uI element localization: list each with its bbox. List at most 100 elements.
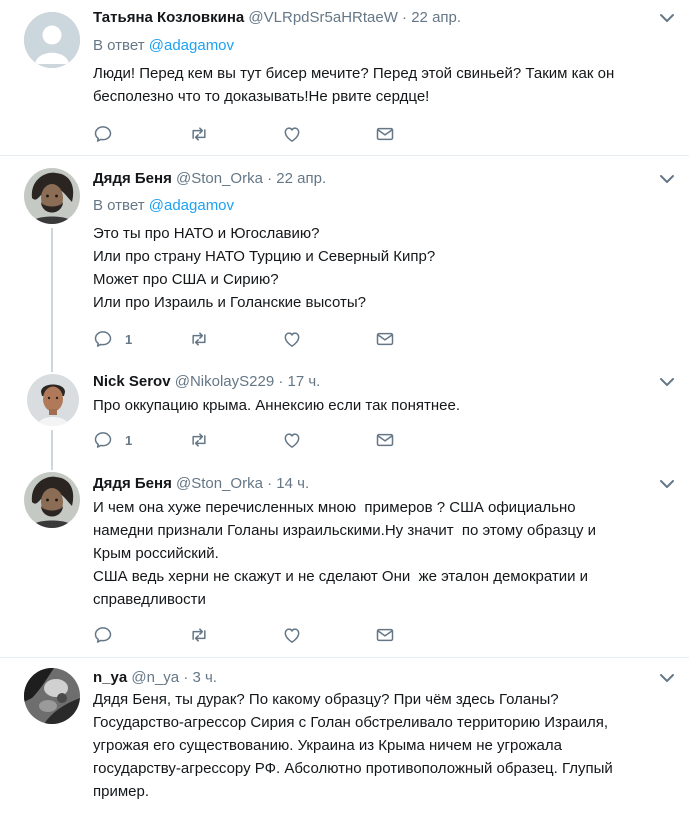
tweet-text: И чем она хуже перечисленных мною пример… <box>93 496 663 611</box>
tweet-text: Люди! Перед кем вы тут бисер мечите? Пер… <box>93 62 663 108</box>
user-handle[interactable]: @VLRpdSr5aHRtaeW <box>248 9 397 26</box>
chevron-down-icon[interactable] <box>659 478 675 490</box>
tweet-actions: 1 <box>93 430 413 450</box>
like-icon <box>284 628 300 643</box>
avatar[interactable] <box>27 374 79 426</box>
avatar[interactable] <box>24 668 80 724</box>
tweet-header: n_ya @n_ya · 3 ч. <box>93 668 217 688</box>
tweet-header: Nick Serov @NikolayS229 · 17 ч. <box>93 372 320 392</box>
reply-to-line: В ответ @adagamov <box>93 196 234 216</box>
chevron-down-icon[interactable] <box>659 173 675 185</box>
tweet-5[interactable]: n_ya @n_ya · 3 ч. Дядя Беня, ты дурак? П… <box>0 658 689 813</box>
reply-button[interactable] <box>93 625 125 645</box>
retweet-button[interactable] <box>189 124 209 144</box>
timestamp[interactable]: 22 апр. <box>276 170 326 187</box>
display-name[interactable]: n_ya <box>93 669 127 686</box>
avatar[interactable] <box>24 12 80 68</box>
tweet-text-line: намедни признали Голаны израильскими.Ну … <box>93 522 597 539</box>
timestamp[interactable]: 3 ч. <box>192 669 217 686</box>
retweet-icon <box>192 127 206 141</box>
tweet-text-line: угрожая его существованию. Украина из Кр… <box>93 737 562 754</box>
retweet-button[interactable] <box>189 329 209 349</box>
tweet-text-line: Или про страну НАТО Турцию и Северный Ки… <box>93 248 436 265</box>
direct-message-icon <box>376 127 394 141</box>
tweet-text-line: Крым российский. <box>93 545 219 562</box>
chevron-down-icon[interactable] <box>659 376 675 388</box>
direct-message-button[interactable] <box>375 124 395 144</box>
tweet-text-line: США ведь херни не скажут и не сделают Он… <box>93 568 589 585</box>
thread-line <box>51 228 53 360</box>
tweet-text-line: справедливости <box>93 591 206 608</box>
separator-dot: · <box>267 475 273 492</box>
direct-message-button[interactable] <box>375 329 395 349</box>
direct-message-icon <box>376 628 394 642</box>
direct-message-button[interactable] <box>375 625 395 645</box>
tweet-text: Про оккупацию крыма. Аннексию если так п… <box>93 394 663 417</box>
reply-button[interactable]: 1 <box>93 430 132 450</box>
reply-count: 1 <box>125 331 133 347</box>
avatar[interactable] <box>24 472 80 528</box>
reply-to-prefix: В ответ <box>93 37 149 54</box>
avatar[interactable] <box>24 168 80 224</box>
chevron-down-icon[interactable] <box>659 12 675 24</box>
direct-message-button[interactable] <box>375 430 395 450</box>
like-button[interactable] <box>282 625 302 645</box>
reply-to-mention[interactable]: @adagamov <box>149 197 234 214</box>
tweet-text: Это ты про НАТО и Югославию? Или про стр… <box>93 222 663 314</box>
like-icon <box>284 127 300 142</box>
reply-button[interactable] <box>93 124 125 144</box>
tweet-text-line: государству-агрессору РФ. Абсолютно прот… <box>93 760 613 777</box>
tweet-header: Татьяна Козловкина @VLRpdSr5aHRtaeW · 22… <box>93 8 461 28</box>
timestamp[interactable]: 14 ч. <box>276 475 309 492</box>
tweet-text-line: Государство-агрессор Сирия с Голан обстр… <box>93 714 609 731</box>
retweet-icon <box>192 332 206 346</box>
like-icon <box>284 433 300 448</box>
bearded-man-avatar <box>24 168 80 224</box>
user-handle[interactable]: @Ston_Orka <box>176 170 263 187</box>
default-avatar-icon <box>24 12 80 68</box>
chevron-down-icon[interactable] <box>659 672 675 684</box>
tweet-2[interactable]: Дядя Беня @Ston_Orka · 22 апр. В ответ @… <box>0 156 689 360</box>
display-name[interactable]: Дядя Беня <box>93 475 172 492</box>
retweet-button[interactable] <box>189 625 209 645</box>
display-name[interactable]: Дядя Беня <box>93 170 172 187</box>
tweet-3[interactable]: Nick Serov @NikolayS229 · 17 ч. Про окку… <box>0 360 689 460</box>
user-handle[interactable]: @n_ya <box>131 669 179 686</box>
tweet-text-line: Дядя Беня, ты дурак? По какому образцу? … <box>93 691 559 708</box>
grayscale-abstract-avatar <box>24 668 80 724</box>
timestamp[interactable]: 17 ч. <box>288 373 321 390</box>
tweet-text-line: Может про США и Сирию? <box>93 271 279 288</box>
direct-message-icon <box>376 433 394 447</box>
thread-line <box>51 360 53 372</box>
user-handle[interactable]: @NikolayS229 <box>175 373 274 390</box>
reply-count: 1 <box>125 432 133 448</box>
bearded-man-avatar <box>24 472 80 528</box>
reply-icon <box>94 432 112 448</box>
timestamp[interactable]: 22 апр. <box>411 9 461 26</box>
tweet-text-line: Или про Израиль и Голанские высоты? <box>93 294 366 311</box>
reply-to-mention[interactable]: @adagamov <box>149 37 234 54</box>
thread-line <box>51 430 53 460</box>
reply-to-line: В ответ @adagamov <box>93 36 234 56</box>
tweet-actions <box>93 124 413 144</box>
like-button[interactable] <box>282 329 302 349</box>
like-button[interactable] <box>282 124 302 144</box>
display-name[interactable]: Татьяна Козловкина <box>93 9 244 26</box>
retweet-button[interactable] <box>189 430 209 450</box>
tweet-text-line: бесполезно что то доказывать!Не рвите се… <box>93 88 430 105</box>
tweet-actions <box>93 625 413 645</box>
young-man-avatar <box>27 374 79 426</box>
tweet-header: Дядя Беня @Ston_Orka · 14 ч. <box>93 474 309 494</box>
reply-button[interactable]: 1 <box>93 329 132 349</box>
tweet-4[interactable]: Дядя Беня @Ston_Orka · 14 ч. И чем она х… <box>0 460 689 657</box>
user-handle[interactable]: @Ston_Orka <box>176 475 263 492</box>
like-button[interactable] <box>282 430 302 450</box>
retweet-icon <box>192 433 206 447</box>
tweet-1[interactable]: Татьяна Козловкина @VLRpdSr5aHRtaeW · 22… <box>0 0 689 155</box>
tweet-header: Дядя Беня @Ston_Orka · 22 апр. <box>93 169 326 189</box>
tweet-text-line: Это ты про НАТО и Югославию? <box>93 225 320 242</box>
display-name[interactable]: Nick Serov <box>93 373 171 390</box>
separator-dot: · <box>278 373 284 390</box>
tweet-text-line: Люди! Перед кем вы тут бисер мечите? Пер… <box>93 65 615 82</box>
tweet-actions: 1 <box>93 329 413 349</box>
